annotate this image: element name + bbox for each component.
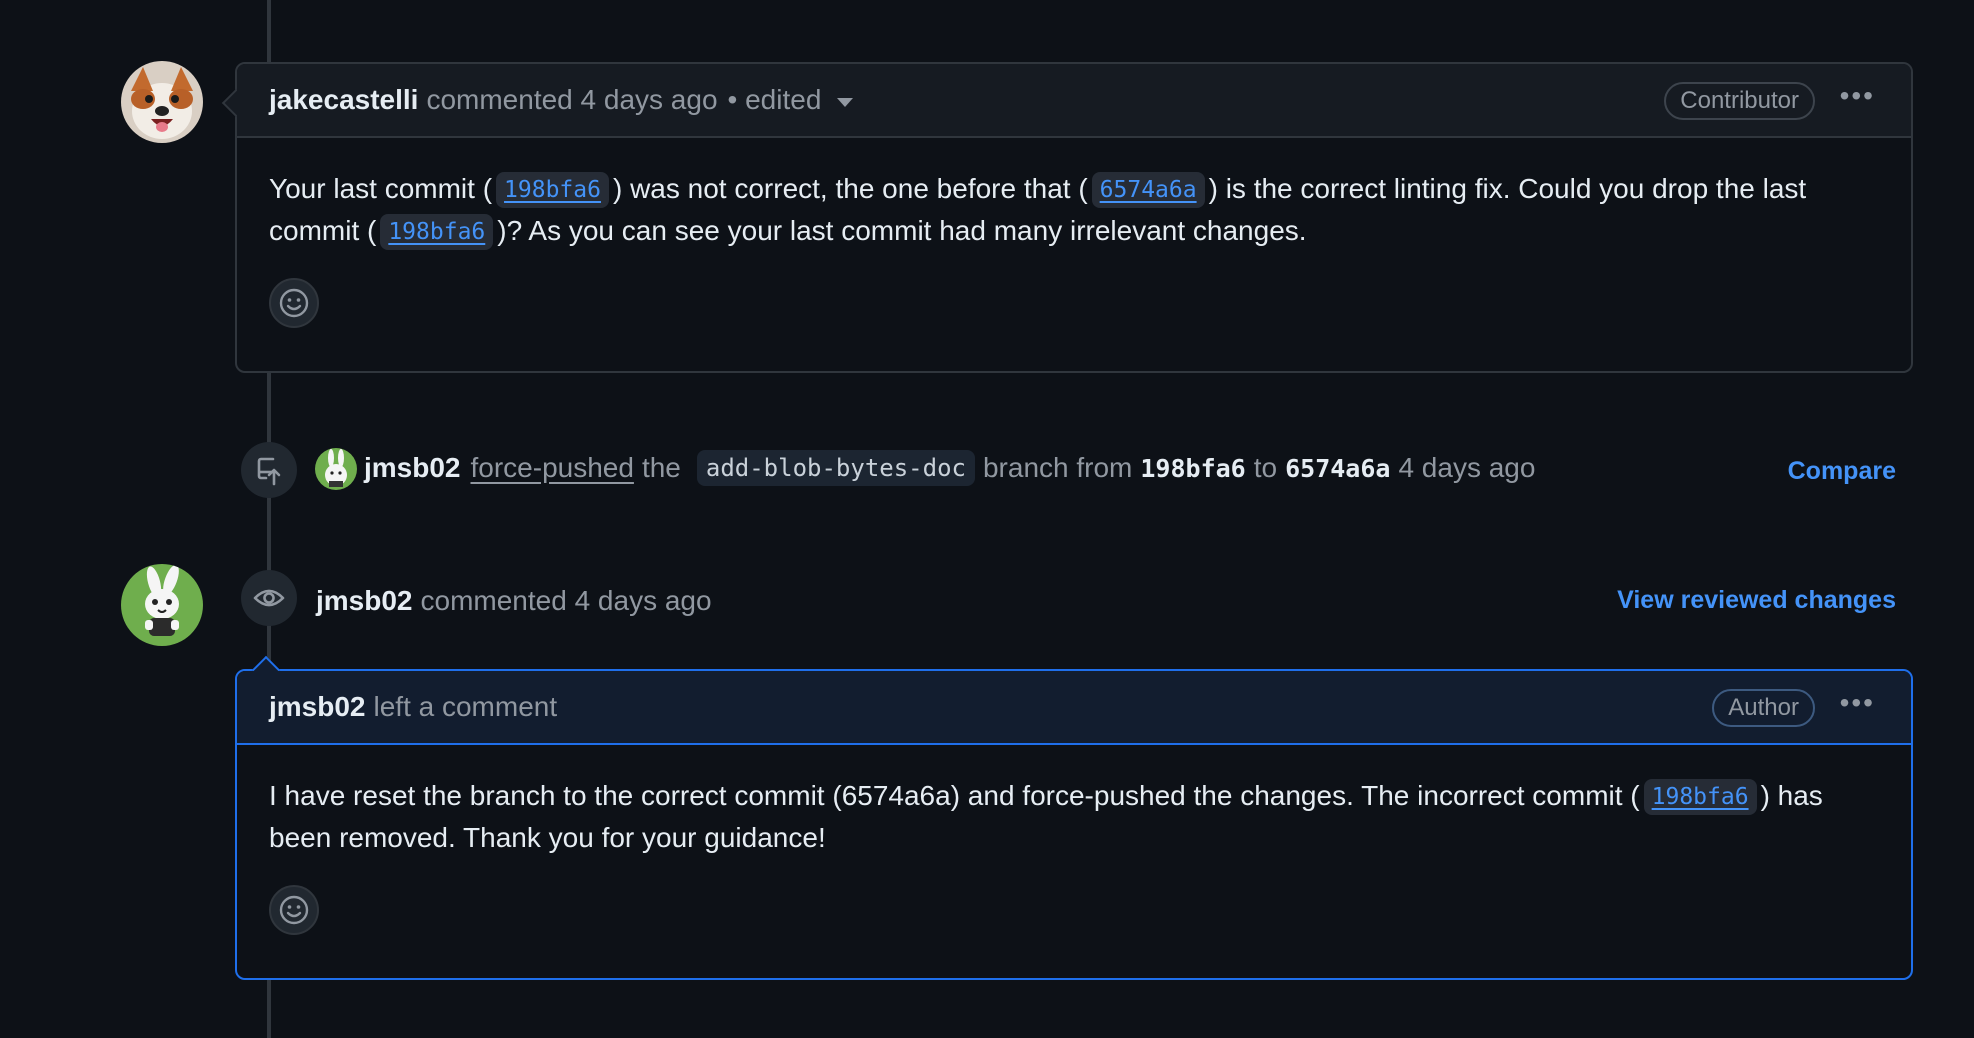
commit-link[interactable]: 6574a6a xyxy=(1091,172,1205,208)
comment-header: jakecastelli commented 4 days ago • edit… xyxy=(237,64,1911,138)
event-user[interactable]: jmsb02 xyxy=(364,452,461,484)
jakecastelli-avatar[interactable] xyxy=(121,61,203,143)
comment-text: )? As you can see your last commit had m… xyxy=(497,215,1307,246)
event-text: branch from xyxy=(982,452,1133,483)
event-timestamp[interactable]: commented 4 days ago xyxy=(421,585,712,617)
comment-header: jmsb02 left a comment Author ••• xyxy=(237,671,1911,745)
from-sha[interactable]: 198bfa6 xyxy=(1140,454,1245,483)
comment-author[interactable]: jmsb02 xyxy=(269,691,366,723)
comment-body: Your last commit (198bfa6) was not corre… xyxy=(237,138,1911,352)
event-text: to xyxy=(1253,452,1278,483)
contributor-badge: Contributor xyxy=(1664,82,1815,120)
jmsb02-small-avatar[interactable] xyxy=(315,448,357,490)
add-reaction-button[interactable] xyxy=(269,278,319,328)
branch-name[interactable]: add-blob-bytes-doc xyxy=(696,450,975,486)
event-timestamp[interactable]: 4 days ago xyxy=(1398,452,1535,484)
comment-author[interactable]: jakecastelli xyxy=(269,84,418,116)
kebab-icon[interactable]: ••• xyxy=(1840,82,1875,110)
smiley-icon xyxy=(279,288,309,318)
author-badge: Author xyxy=(1712,689,1815,727)
caret-down-icon[interactable] xyxy=(837,97,854,107)
comment-body: I have reset the branch to the correct c… xyxy=(237,745,1911,959)
comment-meta: left a comment xyxy=(373,691,558,722)
smiley-icon xyxy=(279,895,309,925)
comment-jmsb02: jmsb02 left a comment Author ••• I have … xyxy=(235,655,1913,980)
comment-text: ) was not correct, the one before that ( xyxy=(612,173,1088,204)
comment-text: I have reset the branch to the correct c… xyxy=(269,780,1640,811)
kebab-icon[interactable]: ••• xyxy=(1840,689,1875,717)
force-pushed-link[interactable]: force-pushed xyxy=(471,452,634,484)
commit-link[interactable]: 198bfa6 xyxy=(380,214,494,250)
force-push-event: jmsb02 force-pushed the add-blob-bytes-d… xyxy=(364,446,1535,490)
comment-text: Your last commit ( xyxy=(269,173,493,204)
force-push-icon xyxy=(241,442,297,498)
view-reviewed-changes-link[interactable]: View reviewed changes xyxy=(1617,586,1896,615)
eye-icon xyxy=(241,570,297,626)
compare-link[interactable]: Compare xyxy=(1788,457,1896,486)
edited-label[interactable]: • edited xyxy=(728,84,822,116)
jmsb02-avatar[interactable] xyxy=(121,564,203,646)
comment-timestamp[interactable]: commented 4 days ago xyxy=(426,84,717,116)
commit-link[interactable]: 198bfa6 xyxy=(496,172,609,208)
event-user[interactable]: jmsb02 xyxy=(316,585,413,617)
review-event: jmsb02 commented 4 days ago xyxy=(316,579,712,623)
comment-jakecastelli: jakecastelli commented 4 days ago • edit… xyxy=(221,62,1913,373)
add-reaction-button[interactable] xyxy=(269,885,319,935)
to-sha[interactable]: 6574a6a xyxy=(1285,454,1390,483)
event-text: the xyxy=(641,452,681,483)
commit-link[interactable]: 198bfa6 xyxy=(1643,779,1757,815)
